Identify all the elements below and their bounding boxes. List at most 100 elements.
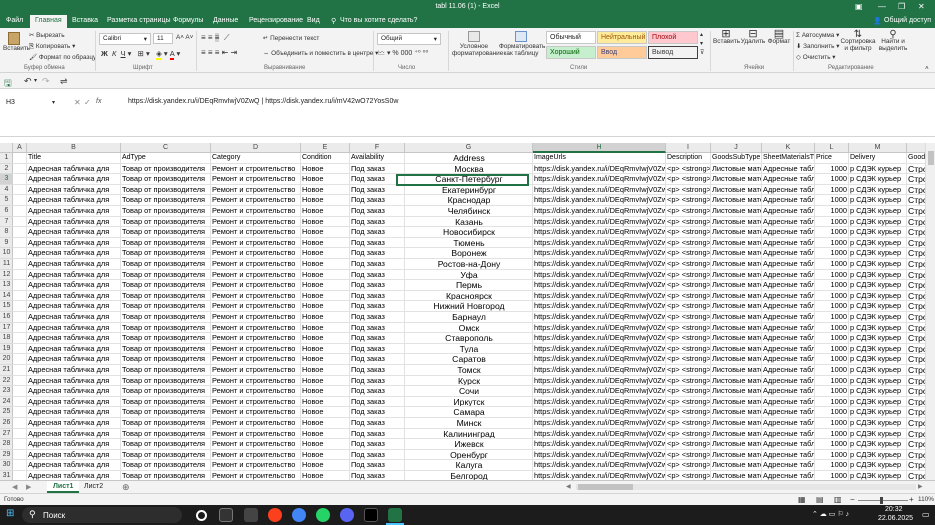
cell-d22[interactable]: Ремонт и строительство xyxy=(211,375,301,387)
cell-c31[interactable]: Товар от производителя xyxy=(121,471,211,480)
cell-a15[interactable] xyxy=(13,301,27,312)
cell-g13[interactable]: Пермь xyxy=(405,280,533,291)
row-header-2[interactable]: 2 xyxy=(0,164,13,175)
cell-a18[interactable] xyxy=(13,333,27,344)
column-header-k[interactable]: K xyxy=(762,143,815,153)
cell-m27[interactable]: р СДЭК курьер xyxy=(849,428,907,440)
cell-k21[interactable]: Адресные таблички xyxy=(762,365,815,376)
cell-n19[interactable]: Стройматериалы xyxy=(907,344,925,355)
cell-g18[interactable]: Ставрополь xyxy=(405,333,533,344)
cell-d5[interactable]: Ремонт и строительство xyxy=(211,195,301,206)
cell-k13[interactable]: Адресные таблички xyxy=(762,280,815,291)
cell-d25[interactable]: Ремонт и строительство xyxy=(211,407,301,418)
row-header-8[interactable]: 8 xyxy=(0,227,13,238)
cell-i22[interactable]: <p> <strong> xyxy=(666,375,711,387)
share-icon[interactable]: 👤 xyxy=(873,17,882,25)
cell-j11[interactable]: Листовые материалы xyxy=(711,259,762,270)
minimize-icon[interactable]: — xyxy=(878,2,886,11)
cell-n7[interactable]: Стройматериалы xyxy=(907,217,925,228)
column-header-l[interactable]: L xyxy=(815,143,849,153)
cell-c2[interactable]: Товар от производителя xyxy=(121,163,211,175)
cell-f14[interactable]: Под заказ xyxy=(350,290,405,302)
cell-h24[interactable]: https://disk.yandex.ru/i/DEqRmvIwjV0Zw xyxy=(533,396,666,408)
cell-e24[interactable]: Новое xyxy=(301,396,350,408)
cell-i17[interactable]: <p> <strong> xyxy=(666,322,711,334)
cell-c12[interactable]: Товар от производителя xyxy=(121,269,211,281)
cell-f16[interactable]: Под заказ xyxy=(350,312,405,323)
cell-b12[interactable]: Адресная табличка для xyxy=(27,269,121,281)
cell-b15[interactable]: Адресная табличка для xyxy=(27,301,121,312)
cell-k6[interactable]: Адресные таблички xyxy=(762,206,815,217)
cell-g6[interactable]: Челябинск xyxy=(405,206,533,217)
cell-b5[interactable]: Адресная табличка для xyxy=(27,195,121,206)
cell-a19[interactable] xyxy=(13,343,27,355)
windows-start-icon[interactable]: ⊞ xyxy=(6,508,14,519)
cell-l30[interactable]: 1000 xyxy=(815,460,849,471)
cell-e25[interactable]: Новое xyxy=(301,407,350,418)
cell-i1[interactable]: Description xyxy=(666,153,711,164)
row-header-25[interactable]: 25 xyxy=(0,407,13,418)
cell-m6[interactable]: р СДЭК курьер xyxy=(849,206,907,217)
cell-j21[interactable]: Листовые материалы xyxy=(711,365,762,376)
sheet-tab-1[interactable]: Лист1 xyxy=(47,481,80,493)
cell-h22[interactable]: https://disk.yandex.ru/i/DEqRmvIwjV0Zw xyxy=(533,375,666,387)
column-header-d[interactable]: D xyxy=(211,143,301,153)
cell-b26[interactable]: Адресная табличка для xyxy=(27,418,121,429)
cell-i28[interactable]: <p> <strong> xyxy=(666,439,711,450)
cell-f22[interactable]: Под заказ xyxy=(350,375,405,387)
cell-h20[interactable]: https://disk.yandex.ru/i/DEqRmvIwjV0Zw xyxy=(533,354,666,365)
cell-l22[interactable]: 1000 xyxy=(815,375,849,387)
cell-n5[interactable]: Стройматериалы xyxy=(907,195,925,206)
cell-n4[interactable]: Стройматериалы xyxy=(907,185,925,196)
horizontal-scrollbar[interactable] xyxy=(576,484,916,490)
cell-a12[interactable] xyxy=(13,269,27,281)
cell-k23[interactable]: Адресные таблички xyxy=(762,386,815,397)
cell-l17[interactable]: 1000 xyxy=(815,322,849,334)
cell-l28[interactable]: 1000 xyxy=(815,439,849,450)
cell-c16[interactable]: Товар от производителя xyxy=(121,312,211,323)
cell-j18[interactable]: Листовые материалы xyxy=(711,333,762,344)
style-output[interactable]: Вывод xyxy=(648,46,698,59)
cell-h1[interactable]: ImageUrls xyxy=(533,153,666,164)
column-header-e[interactable]: E xyxy=(301,143,350,153)
wrap-text-button[interactable]: ↵ Перенести текст xyxy=(263,34,319,42)
cell-h29[interactable]: https://disk.yandex.ru/i/DEqRmvIwjV0Zw xyxy=(533,449,666,461)
cell-n28[interactable]: Стройматериалы xyxy=(907,439,925,450)
zoom-slider[interactable] xyxy=(858,497,908,504)
select-all-corner[interactable] xyxy=(0,143,13,153)
cell-h9[interactable]: https://disk.yandex.ru/i/DEqRmvIwjV0Zw xyxy=(533,237,666,249)
cell-h14[interactable]: https://disk.yandex.ru/i/DEqRmvIwjV0Zw xyxy=(533,290,666,302)
cell-g9[interactable]: Тюмень xyxy=(405,237,533,249)
cell-g25[interactable]: Самара xyxy=(405,407,533,418)
cell-j20[interactable]: Листовые материалы xyxy=(711,354,762,365)
cell-m13[interactable]: р СДЭК курьер xyxy=(849,280,907,291)
row-header-9[interactable]: 9 xyxy=(0,238,13,249)
cell-e3[interactable]: Новое xyxy=(301,174,350,185)
cell-l15[interactable]: 1000 xyxy=(815,301,849,312)
excel-taskbar-icon[interactable] xyxy=(388,508,402,522)
tell-me-icon[interactable]: ⚲ xyxy=(331,17,336,25)
cell-i18[interactable]: <p> <strong> xyxy=(666,333,711,344)
chrome-icon[interactable] xyxy=(292,508,306,522)
fill-color-icon[interactable]: ◈ xyxy=(156,49,162,60)
row-header-26[interactable]: 26 xyxy=(0,418,13,429)
cell-h8[interactable]: https://disk.yandex.ru/i/DEqRmvIwjV0Zw xyxy=(533,227,666,238)
cell-m1[interactable]: Delivery xyxy=(849,153,907,164)
cell-h27[interactable]: https://disk.yandex.ru/i/DEqRmvIwjV0Zw xyxy=(533,428,666,440)
tell-me-input[interactable]: Что вы хотите сделать? xyxy=(340,17,417,24)
hscroll-left-icon[interactable]: ◀ xyxy=(566,483,571,490)
cell-l12[interactable]: 1000 xyxy=(815,269,849,281)
cell-g31[interactable]: Белгород xyxy=(405,471,533,480)
cell-g7[interactable]: Казань xyxy=(405,216,533,228)
cell-b16[interactable]: Адресная табличка для xyxy=(27,312,121,323)
cell-c22[interactable]: Товар от производителя xyxy=(121,375,211,387)
cell-i7[interactable]: <p> <strong> xyxy=(666,216,711,228)
cell-c14[interactable]: Товар от производителя xyxy=(121,290,211,302)
cell-g29[interactable]: Оренбург xyxy=(405,449,533,461)
cell-k7[interactable]: Адресные таблички xyxy=(762,216,815,228)
clock-date[interactable]: 22.06.2025 xyxy=(878,515,913,522)
row-header-20[interactable]: 20 xyxy=(0,354,13,365)
undo-icon[interactable]: ↶ xyxy=(24,76,32,87)
cell-m3[interactable]: р СДЭК курьер xyxy=(849,174,907,185)
italic-button[interactable]: К xyxy=(112,49,116,58)
